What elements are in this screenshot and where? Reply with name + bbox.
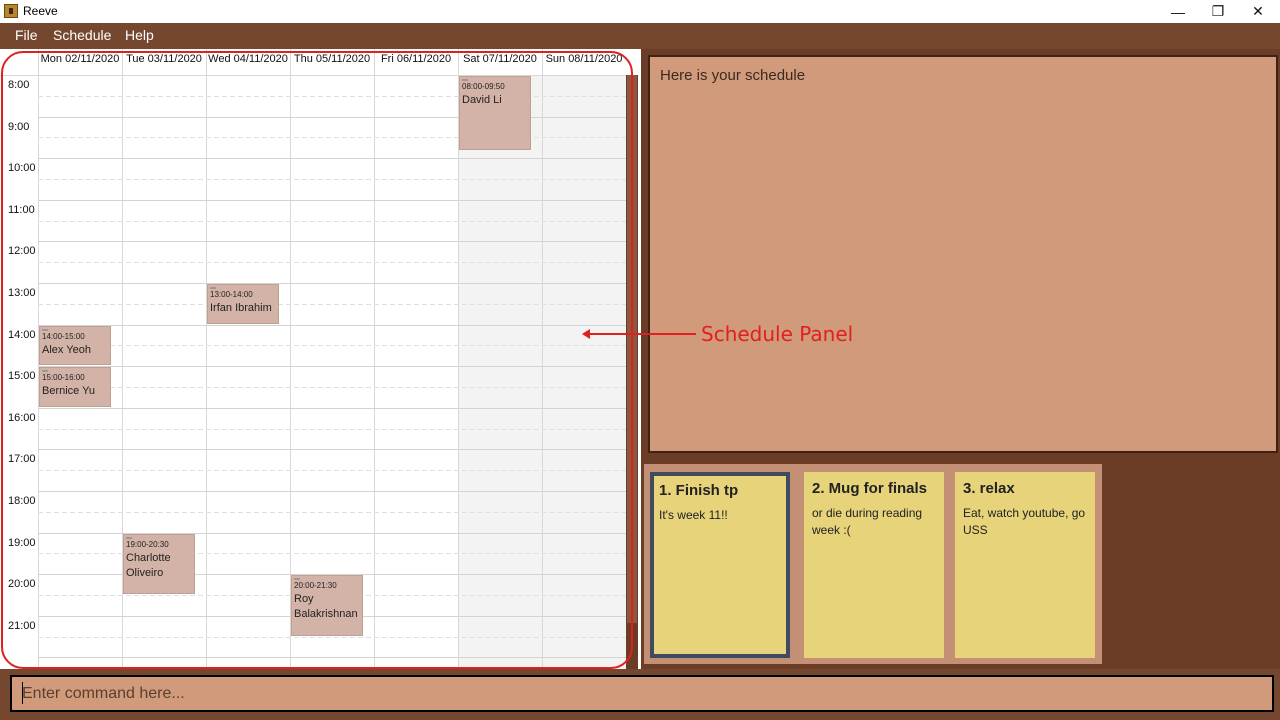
notes-panel: 1. Finish tp It's week 11!! 2. Mug for f… (644, 462, 1280, 666)
schedule-panel: Mon 02/11/2020 Tue 03/11/2020 Wed 04/11/20… (0, 49, 641, 669)
schedule-scrollbar[interactable] (626, 75, 638, 669)
event-marker-icon (210, 287, 216, 289)
time-label: 8:00 (8, 79, 30, 91)
time-label: 16:00 (8, 411, 36, 424)
time-label: 15:00 (8, 370, 36, 383)
time-label: 10:00 (8, 162, 36, 175)
menu-file[interactable]: File (15, 27, 38, 43)
schedule-event[interactable]: 20:00-21:30 Roy Balakrishnan (291, 575, 363, 636)
event-marker-icon (42, 328, 48, 331)
schedule-event[interactable]: 08:00-09:50 David Li (459, 76, 531, 151)
event-name: Roy Balakrishnan (294, 593, 358, 621)
event-marker-icon (42, 370, 48, 373)
command-area (0, 669, 1280, 720)
scrollbar-thumb[interactable] (627, 75, 637, 623)
arrow-head-icon (582, 329, 590, 339)
time-label: 18:00 (8, 495, 36, 507)
time-label: 9:00 (8, 120, 30, 133)
event-time: 20:00-21:30 (294, 581, 337, 591)
app-icon (4, 4, 18, 18)
close-button[interactable]: ✕ (1238, 0, 1278, 23)
schedule-event[interactable]: 19:00-20:30 Charlotte Oliveiro (123, 533, 195, 594)
note-title: 1. Finish tp (659, 482, 739, 499)
note-body: It's week 11!! (659, 508, 728, 522)
note-card[interactable]: 3. relax Eat, watch youtube, go USS (955, 472, 1095, 658)
event-marker-icon (126, 536, 132, 539)
annotation-label: Schedule Panel (701, 322, 854, 346)
text-cursor (22, 682, 23, 704)
schedule-event[interactable]: 14:00-15:00 Alex Yeoh (39, 325, 111, 366)
note-body: or die during reading week :( (812, 506, 923, 537)
time-label: 20:00 (8, 578, 36, 591)
event-name: Irfan Ibrahim (210, 302, 272, 314)
event-marker-icon (294, 578, 300, 581)
note-card[interactable]: 2. Mug for finals or die during reading … (804, 472, 944, 658)
note-title: 3. relax (963, 480, 1015, 497)
window-title: Reeve (23, 4, 58, 18)
event-name: David Li (462, 94, 502, 106)
day-header: Sat 07/11/2020 (463, 53, 537, 65)
day-header: Wed 04/11/2020 (208, 53, 288, 65)
notes-list: 1. Finish tp It's week 11!! 2. Mug for f… (644, 464, 1102, 664)
time-label: 12:00 (8, 245, 36, 258)
note-title: 2. Mug for finals (812, 480, 928, 497)
restore-button[interactable]: ❐ (1198, 0, 1238, 23)
event-name: Bernice Yu (42, 385, 96, 398)
event-time: 13:00-14:00 (210, 290, 253, 299)
result-message: Here is your schedule (660, 67, 806, 84)
day-header: Fri 06/11/2020 (380, 53, 452, 65)
time-label: 17:00 (8, 453, 36, 466)
schedule-event[interactable]: 15:00-16:00 Bernice Yu (39, 367, 111, 407)
event-time: 19:00-20:30 (126, 539, 169, 549)
result-display: Here is your schedule (648, 55, 1278, 453)
day-header: Sun 08/11/2020 (545, 53, 623, 65)
day-header: Mon 02/11/2020 (40, 53, 120, 65)
time-label: 21:00 (8, 619, 36, 632)
event-time: 08:00-09:50 (462, 82, 505, 91)
day-header: Thu 05/11/2020 (293, 53, 371, 65)
minimize-button[interactable]: — (1158, 0, 1198, 23)
day-header: Tue 03/11/2020 (126, 53, 202, 65)
note-card[interactable]: 1. Finish tp It's week 11!! (650, 472, 790, 658)
time-label: 13:00 (8, 287, 36, 299)
menu-schedule[interactable]: Schedule (53, 27, 111, 43)
title-bar: Reeve — ❐ ✕ (0, 0, 1280, 23)
event-time: 14:00-15:00 (42, 331, 85, 341)
schedule-event[interactable]: 13:00-14:00 Irfan Ibrahim (207, 284, 279, 324)
event-marker-icon (462, 79, 468, 81)
time-label: 19:00 (8, 536, 36, 549)
time-label: 11:00 (8, 203, 35, 216)
note-body: Eat, watch youtube, go USS (963, 506, 1086, 537)
annotation-arrow (586, 333, 696, 335)
menu-bar: File Schedule Help (0, 23, 1280, 49)
command-input[interactable] (10, 675, 1274, 712)
event-name: Charlotte Oliveiro (126, 551, 171, 579)
time-label: 14:00 (8, 328, 36, 341)
menu-help[interactable]: Help (125, 27, 154, 43)
event-time: 15:00-16:00 (42, 373, 85, 383)
event-name: Alex Yeoh (42, 343, 91, 356)
